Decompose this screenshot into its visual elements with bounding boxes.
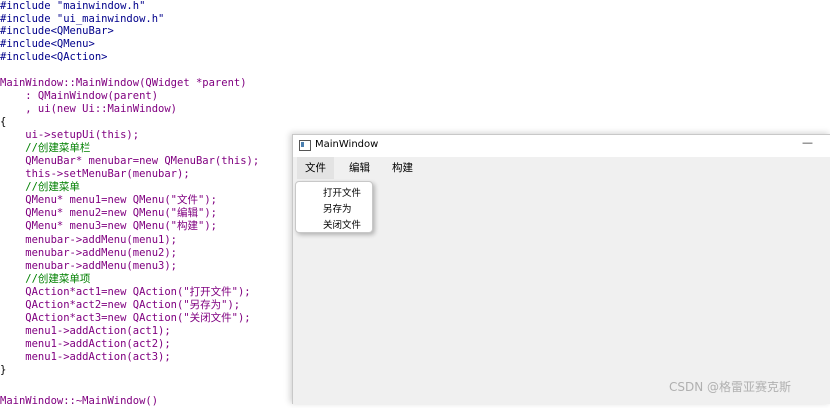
code-text: this->setMenuBar(menubar); bbox=[0, 168, 190, 180]
window-titlebar[interactable]: MainWindow — bbox=[293, 135, 830, 157]
file-menu-dropdown: 打开文件 另存为 关闭文件 bbox=[295, 181, 373, 233]
code-text: , ui(new Ui::MainWindow) bbox=[0, 103, 178, 115]
code-line-8: : QMainWindow(parent) bbox=[0, 90, 158, 103]
code-text: #include<QAction> bbox=[0, 51, 108, 63]
code-text: menu1->addAction(act1); bbox=[0, 325, 171, 337]
code-line-22: //创建菜单项 bbox=[0, 273, 90, 286]
code-text: menubar->addMenu(menu3); bbox=[0, 260, 178, 272]
code-line-12: //创建菜单栏 bbox=[0, 142, 90, 155]
main-window[interactable]: MainWindow — 文件 编辑 构建 bbox=[292, 134, 830, 404]
code-line-14: this->setMenuBar(menubar); bbox=[0, 168, 190, 181]
minimize-button[interactable]: — bbox=[802, 136, 813, 149]
code-line-20: menubar->addMenu(menu2); bbox=[0, 247, 177, 260]
code-line-23: QAction*act1=new QAction("打开文件"); bbox=[0, 286, 251, 299]
menu-item-save-as[interactable]: 另存为 bbox=[323, 201, 352, 215]
code-text: QMenu* menu2=new QMenu("编辑"); bbox=[0, 207, 217, 219]
code-text: } bbox=[0, 364, 7, 376]
code-line-31: MainWindow::~MainWindow() bbox=[0, 395, 158, 408]
menu-edit[interactable]: 编辑 bbox=[341, 157, 378, 179]
code-text: #include "mainwindow.h" bbox=[0, 0, 146, 12]
code-text: //创建菜单项 bbox=[0, 273, 91, 285]
code-line-28: menu1->addAction(act3); bbox=[0, 351, 171, 364]
code-line-21: menubar->addMenu(menu3); bbox=[0, 260, 177, 273]
code-text: #include<QMenuBar> bbox=[0, 25, 114, 37]
code-text: //创建菜单栏 bbox=[0, 142, 91, 154]
code-text: QAction*act3=new QAction("关闭文件"); bbox=[0, 312, 251, 324]
code-text: QMenu* menu1=new QMenu("文件"); bbox=[0, 194, 217, 206]
code-line-27: menu1->addAction(act2); bbox=[0, 338, 171, 351]
code-line-5: #include<QAction> bbox=[0, 51, 107, 64]
code-line-13: QMenuBar* menubar=new QMenuBar(this); bbox=[0, 155, 259, 168]
code-text: menu1->addAction(act2); bbox=[0, 338, 171, 350]
menu-item-open-file[interactable]: 打开文件 bbox=[323, 185, 361, 199]
code-text: #include<QMenu> bbox=[0, 38, 95, 50]
code-line-19: menubar->addMenu(menu1); bbox=[0, 234, 177, 247]
code-line-11: ui->setupUi(this); bbox=[0, 129, 139, 142]
csdn-watermark: CSDN @格雷亚赛克斯 bbox=[669, 380, 792, 394]
code-text: QMenu* menu3=new QMenu("构建"); bbox=[0, 220, 217, 232]
code-text: #include "ui_mainwindow.h" bbox=[0, 13, 165, 25]
code-text: MainWindow::~MainWindow() bbox=[0, 395, 159, 407]
code-line-29: } bbox=[0, 364, 6, 377]
code-line-7: MainWindow::MainWindow(QWidget *parent) bbox=[0, 77, 247, 90]
code-text: menubar->addMenu(menu2); bbox=[0, 247, 178, 259]
menu-build[interactable]: 构建 bbox=[384, 157, 421, 179]
code-text: QAction*act2=new QAction("另存为"); bbox=[0, 299, 241, 311]
code-line-10: { bbox=[0, 116, 6, 129]
code-line-3: #include<QMenuBar> bbox=[0, 25, 114, 38]
code-line-16: QMenu* menu1=new QMenu("文件"); bbox=[0, 194, 217, 207]
code-line-24: QAction*act2=new QAction("另存为"); bbox=[0, 299, 240, 312]
code-line-15: //创建菜单 bbox=[0, 181, 80, 194]
code-text: QAction*act1=new QAction("打开文件"); bbox=[0, 286, 251, 298]
code-line-9: , ui(new Ui::MainWindow) bbox=[0, 103, 177, 116]
code-text: { bbox=[0, 116, 7, 128]
code-line-26: menu1->addAction(act1); bbox=[0, 325, 171, 338]
code-line-25: QAction*act3=new QAction("关闭文件"); bbox=[0, 312, 251, 325]
code-line-4: #include<QMenu> bbox=[0, 38, 95, 51]
menu-item-close-file[interactable]: 关闭文件 bbox=[323, 217, 361, 231]
menu-bar: 文件 编辑 构建 bbox=[293, 157, 830, 179]
code-text: menu1->addAction(act3); bbox=[0, 351, 171, 363]
code-text: MainWindow::MainWindow(QWidget *parent) bbox=[0, 77, 247, 89]
code-line-18: QMenu* menu3=new QMenu("构建"); bbox=[0, 220, 217, 233]
menu-file[interactable]: 文件 bbox=[297, 157, 334, 179]
window-title: MainWindow bbox=[315, 139, 379, 150]
code-text: : QMainWindow(parent) bbox=[0, 90, 159, 102]
code-line-1: #include "mainwindow.h" bbox=[0, 0, 145, 13]
code-line-17: QMenu* menu2=new QMenu("编辑"); bbox=[0, 207, 217, 220]
app-window-icon bbox=[299, 140, 311, 151]
code-text: menubar->addMenu(menu1); bbox=[0, 234, 178, 246]
code-text: ui->setupUi(this); bbox=[0, 129, 140, 141]
code-text: QMenuBar* menubar=new QMenuBar(this); bbox=[0, 155, 260, 167]
code-text: //创建菜单 bbox=[0, 181, 80, 193]
